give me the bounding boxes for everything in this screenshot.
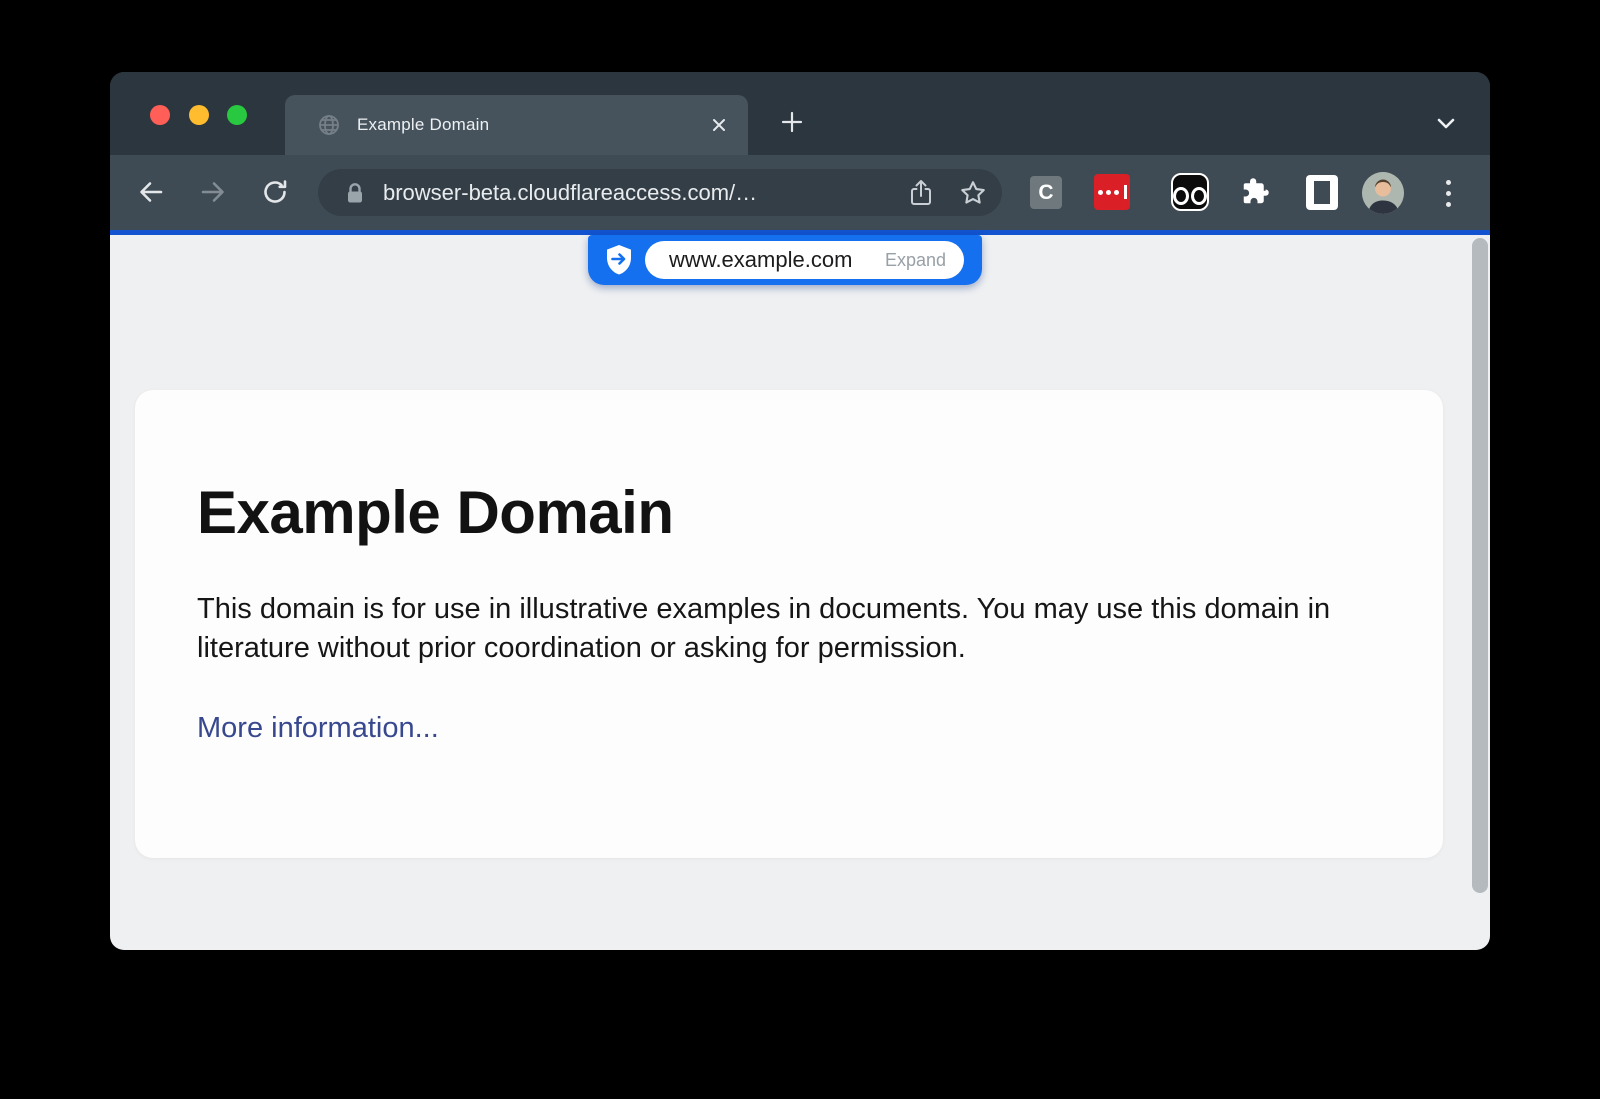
content-card: Example Domain This domain is for use in… <box>135 390 1443 858</box>
extension-c-label: C <box>1038 181 1053 205</box>
two-circles-extension-button[interactable] <box>1171 173 1209 211</box>
bookmark-button[interactable] <box>956 176 990 210</box>
back-button[interactable] <box>134 175 168 209</box>
cursor-bar-icon <box>1124 185 1127 199</box>
side-panel-button[interactable] <box>1306 175 1338 210</box>
dot-icon <box>1098 190 1103 195</box>
forward-button[interactable] <box>196 175 230 209</box>
arrow-left-icon <box>136 177 166 207</box>
traffic-light-close-button[interactable] <box>150 105 170 125</box>
plus-icon <box>780 110 804 134</box>
isolated-domain-text: www.example.com <box>669 247 885 273</box>
frame-icon <box>1314 181 1330 204</box>
kebab-menu-icon <box>1446 202 1451 207</box>
shield-arrow-icon <box>605 244 633 276</box>
circle-icon <box>1191 187 1207 205</box>
reload-icon <box>260 177 290 207</box>
url-text: browser-beta.cloudflareaccess.com/… <box>383 180 904 206</box>
toolbar: browser-beta.cloudflareaccess.com/… C <box>110 155 1490 230</box>
puzzle-icon <box>1240 177 1270 207</box>
kebab-menu-icon <box>1446 180 1451 185</box>
traffic-light-zoom-button[interactable] <box>227 105 247 125</box>
isolation-domain-bar[interactable]: www.example.com Expand <box>588 235 982 285</box>
reload-button[interactable] <box>258 175 292 209</box>
chevron-down-icon <box>1434 111 1458 135</box>
share-button[interactable] <box>904 176 938 210</box>
arrow-right-icon <box>198 177 228 207</box>
tab-title: Example Domain <box>357 115 706 135</box>
star-icon <box>959 179 987 207</box>
tab-strip: Example Domain <box>110 72 1490 155</box>
desktop-background: { "browser": { "tab": { "title": "Exampl… <box>0 0 1600 1099</box>
address-bar[interactable]: browser-beta.cloudflareaccess.com/… <box>318 169 1002 216</box>
isolated-url-pill[interactable]: www.example.com Expand <box>645 241 964 279</box>
tab-example-domain[interactable]: Example Domain <box>285 95 748 155</box>
lock-icon <box>344 181 366 205</box>
dot-icon <box>1106 190 1111 195</box>
browser-window: Example Domain <box>110 72 1490 950</box>
expand-button[interactable]: Expand <box>885 250 946 271</box>
tab-close-button[interactable] <box>706 112 732 138</box>
share-icon <box>908 179 934 207</box>
profile-avatar[interactable] <box>1362 172 1404 214</box>
page-paragraph: This domain is for use in illustrative e… <box>197 590 1372 668</box>
password-manager-extension-button[interactable] <box>1094 174 1130 210</box>
new-tab-button[interactable] <box>778 108 806 136</box>
scrollbar-thumb[interactable] <box>1472 238 1488 893</box>
more-information-link[interactable]: More information... <box>197 712 439 745</box>
extensions-menu-button[interactable] <box>1239 176 1271 208</box>
x-icon <box>711 117 727 133</box>
globe-icon <box>317 113 341 137</box>
kebab-menu-icon <box>1446 191 1451 196</box>
page-title: Example Domain <box>197 478 674 547</box>
browser-menu-button[interactable] <box>1438 175 1458 211</box>
traffic-light-minimize-button[interactable] <box>189 105 209 125</box>
page-viewport: www.example.com Expand Example Domain Th… <box>110 235 1490 950</box>
extension-c-button[interactable]: C <box>1030 176 1062 209</box>
avatar-photo <box>1362 172 1404 214</box>
circle-icon <box>1173 187 1189 205</box>
tab-search-button[interactable] <box>1433 110 1459 136</box>
dot-icon <box>1114 190 1119 195</box>
